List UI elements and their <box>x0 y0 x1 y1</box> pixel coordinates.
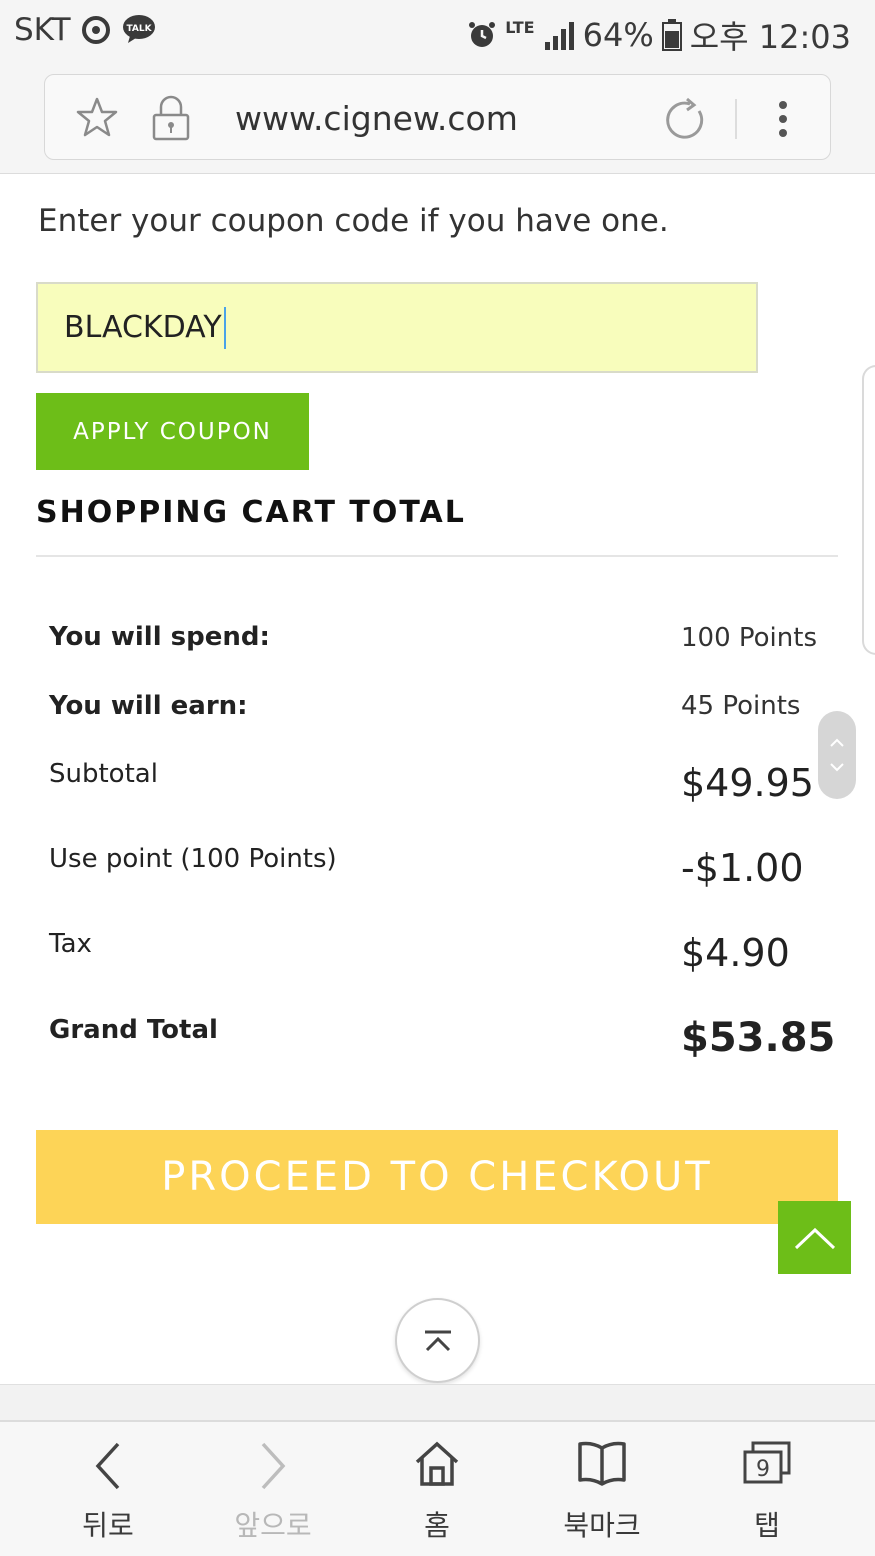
spend-value: 100 Points <box>681 623 817 653</box>
earn-value: 45 Points <box>681 691 801 721</box>
status-right-group: LTE 64% 오후 12:03 <box>467 12 851 58</box>
status-bar: SKT TALK LTE 64% 오후 12:03 <box>0 0 875 62</box>
browser-bottom-nav: 뒤로 앞으로 홈 북마크 9 탭 <box>0 1420 875 1556</box>
more-menu-icon[interactable] <box>775 99 791 139</box>
nav-forward-label: 앞으로 <box>234 1509 312 1542</box>
tax-value: $4.90 <box>681 931 790 975</box>
back-icon <box>95 1442 120 1490</box>
reload-icon[interactable] <box>663 97 709 143</box>
address-bar[interactable]: www.cignew.com <box>44 74 831 160</box>
use-point-label: Use point (100 Points) <box>49 844 337 874</box>
text-caret <box>223 306 226 349</box>
divider <box>36 555 838 557</box>
page-top-button[interactable] <box>395 1298 480 1383</box>
subtotal-value: $49.95 <box>681 761 814 805</box>
coupon-code-input[interactable]: BLACKDAY <box>36 282 758 373</box>
grand-total-value: $53.85 <box>681 1015 836 1061</box>
grand-total-label: Grand Total <box>49 1015 218 1045</box>
quick-scroll-control[interactable] <box>818 711 856 799</box>
chevron-up-icon <box>794 1227 835 1249</box>
tax-label: Tax <box>49 929 92 959</box>
coupon-prompt: Enter your coupon code if you have one. <box>38 203 669 239</box>
nav-forward[interactable]: 앞으로 <box>203 1422 343 1556</box>
alarm-icon <box>469 22 496 47</box>
scroll-up-icon[interactable] <box>829 738 845 748</box>
tabs-icon: 9 <box>743 1441 791 1484</box>
url-text[interactable]: www.cignew.com <box>235 99 518 138</box>
nav-bookmarks[interactable]: 북마크 <box>532 1422 672 1556</box>
browser-toolbar: www.cignew.com <box>0 62 875 174</box>
nav-bookmarks-label: 북마크 <box>563 1509 641 1542</box>
cart-total-heading: SHOPPING CART TOTAL <box>36 495 466 530</box>
toolbar-separator <box>735 99 737 139</box>
subtotal-label: Subtotal <box>49 759 158 789</box>
nav-home-label: 홈 <box>424 1509 450 1542</box>
clock: 오후 12:03 <box>689 18 851 56</box>
edge-panel-handle[interactable] <box>862 365 875 655</box>
use-point-value: -$1.00 <box>681 846 804 890</box>
nav-back-label: 뒤로 <box>82 1509 134 1542</box>
tab-count: 9 <box>756 1457 770 1482</box>
page-footer-strip <box>0 1384 875 1420</box>
network-type: LTE <box>505 17 535 37</box>
signal-icon <box>544 22 574 50</box>
battery-icon <box>661 19 682 51</box>
home-icon <box>415 1441 459 1486</box>
coupon-code-value[interactable]: BLACKDAY <box>64 310 222 345</box>
spend-label: You will spend: <box>49 622 270 652</box>
earn-label: You will earn: <box>49 691 248 721</box>
battery-percent: 64% <box>582 16 654 54</box>
scroll-to-top-button[interactable] <box>778 1201 851 1274</box>
talk-badge-text: TALK <box>126 24 152 34</box>
nav-tabs-label: 탭 <box>754 1509 780 1542</box>
double-chevron-up-icon <box>424 1330 451 1351</box>
apply-coupon-button[interactable]: APPLY COUPON <box>36 393 309 470</box>
forward-icon <box>261 1442 286 1490</box>
sync-icon <box>82 16 110 44</box>
bookmark-icon <box>578 1441 626 1486</box>
nav-tabs[interactable]: 9 탭 <box>697 1422 837 1556</box>
carrier-label: SKT <box>14 12 71 48</box>
scroll-down-icon[interactable] <box>829 762 845 772</box>
kakaotalk-icon: TALK <box>123 15 155 43</box>
lock-icon[interactable] <box>151 95 191 141</box>
nav-back[interactable]: 뒤로 <box>38 1422 178 1556</box>
bookmark-star-icon[interactable] <box>75 95 119 139</box>
proceed-to-checkout-button[interactable]: PROCEED TO CHECKOUT <box>36 1130 838 1224</box>
nav-home[interactable]: 홈 <box>367 1422 507 1556</box>
